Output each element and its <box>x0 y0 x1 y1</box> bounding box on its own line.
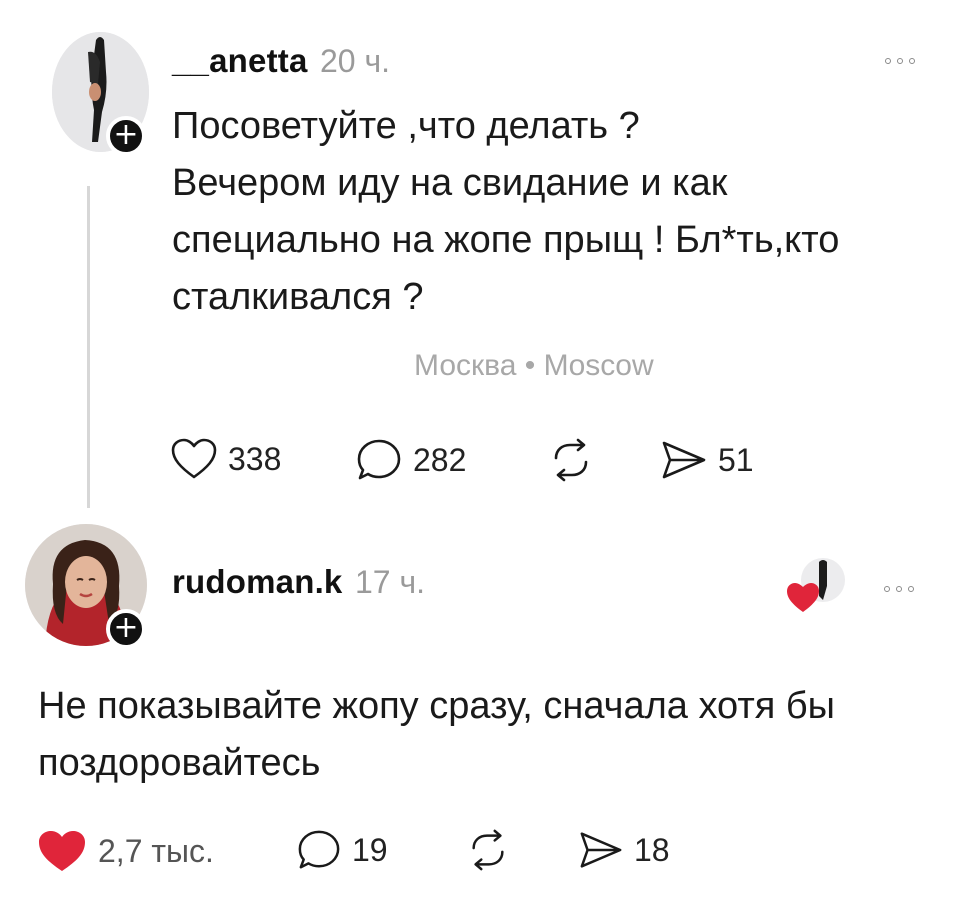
author-liked-indicator <box>785 556 851 618</box>
comment-bubble-icon <box>298 830 340 869</box>
more-dots-icon[interactable] <box>884 586 914 592</box>
comment-count: 282 <box>413 441 467 478</box>
reply-text-line: Не показывайте жопу сразу, сначала хотя … <box>38 685 835 727</box>
comment-count: 19 <box>352 831 388 868</box>
share-button[interactable]: 18 <box>578 828 670 872</box>
like-count: 2,7 тыс. <box>98 832 214 869</box>
more-dots-icon[interactable] <box>885 58 915 64</box>
heart-filled-icon <box>787 583 819 612</box>
share-count: 51 <box>718 441 754 478</box>
post-text-line: сталкивался ? <box>172 276 424 318</box>
heart-filled-icon <box>39 831 85 871</box>
heart-icon <box>171 438 217 479</box>
comment-button[interactable]: 19 <box>296 828 388 872</box>
post-time: 20 ч. <box>319 43 391 79</box>
reply-username[interactable]: rudoman.k <box>172 563 343 600</box>
repost-button[interactable] <box>548 438 594 482</box>
post-text-line: Посоветуйте ,что делать ? <box>172 105 640 147</box>
post-header: __anetta 20 ч. <box>172 42 390 80</box>
like-button[interactable]: 338 <box>170 437 281 481</box>
post-text-line: Вечером иду на свидание и как <box>172 162 728 204</box>
send-arrow-icon <box>662 441 706 479</box>
send-arrow-icon <box>580 832 622 868</box>
comment-button[interactable]: 282 <box>355 437 466 483</box>
comment-bubble-icon <box>357 439 401 480</box>
repost-arrows-icon <box>472 829 504 871</box>
repost-button[interactable] <box>466 828 510 872</box>
reply-body: Не показывайте жопу сразу, сначала хотя … <box>38 678 835 792</box>
share-button[interactable]: 51 <box>660 438 754 482</box>
thread-line <box>87 186 90 508</box>
share-count: 18 <box>634 831 670 868</box>
repost-arrows-icon <box>554 438 588 482</box>
follow-button[interactable]: + <box>106 116 146 156</box>
reply-text-line: поздоровайтесь <box>38 742 321 784</box>
follow-button[interactable]: + <box>106 609 146 649</box>
reply-header: rudoman.k 17 ч. <box>172 563 425 601</box>
reply-time: 17 ч. <box>354 564 425 600</box>
post-username[interactable]: __anetta <box>172 42 308 79</box>
like-count: 338 <box>228 440 282 477</box>
post-body: Посоветуйте ,что делать ? Вечером иду на… <box>172 98 839 326</box>
post-location[interactable]: Москва • Moscow <box>414 349 654 383</box>
like-button[interactable]: 2,7 тыс. <box>36 828 214 874</box>
post-text-line: специально на жопе прыщ ! Бл*ть,кто <box>172 219 840 261</box>
